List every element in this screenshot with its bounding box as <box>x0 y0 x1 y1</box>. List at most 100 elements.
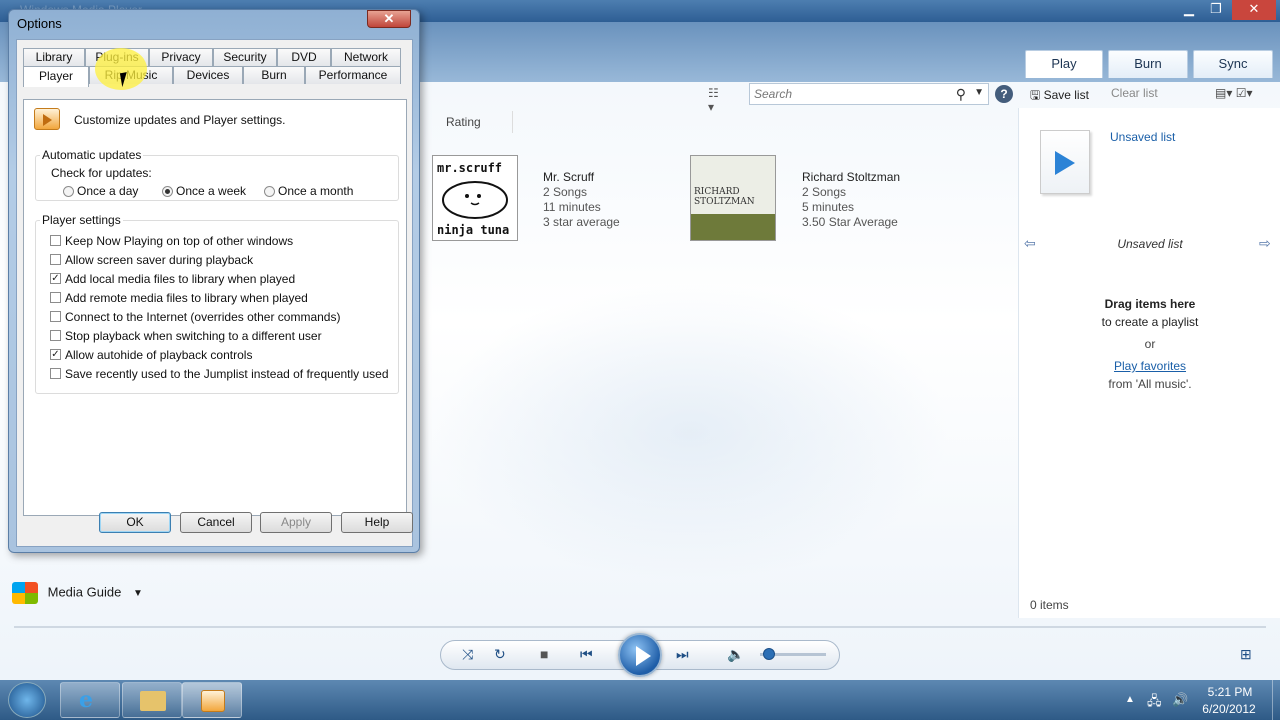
tab-privacy[interactable]: Privacy <box>149 48 213 66</box>
start-button[interactable] <box>8 682 46 718</box>
save-list-button[interactable]: 🖫 Save list <box>1030 86 1089 107</box>
stoltzman-cover: RICHARD STOLTZMAN <box>691 156 775 240</box>
volume-icon[interactable]: 🔈 <box>727 646 744 663</box>
shuffle-icon[interactable]: ⤨ <box>462 646 473 663</box>
ok-button[interactable]: OK <box>99 512 171 533</box>
checkbox-save-recently-used-jumplist[interactable]: Save recently used to the Jumplist inste… <box>50 364 395 383</box>
help-icon[interactable]: ? <box>995 85 1013 103</box>
play-button[interactable] <box>618 633 662 677</box>
tab-library[interactable]: Library <box>23 48 85 66</box>
save-icon: 🖫 <box>1030 88 1041 102</box>
tab-player[interactable]: Player <box>23 66 89 87</box>
radio-once-a-week[interactable]: Once a week <box>162 184 246 198</box>
network-icon[interactable]: 🖧 <box>1147 692 1162 714</box>
radio-label: Once a week <box>176 184 247 198</box>
checkbox-box <box>50 292 61 303</box>
minimize-button[interactable]: ▁ <box>1176 0 1202 20</box>
album-art-mr-scruff[interactable]: mr.scruff ninja tuna <box>432 155 518 241</box>
forward-arrow-icon[interactable]: ⇨ <box>1259 235 1271 252</box>
play-arrow-icon <box>43 114 52 126</box>
column-divider <box>512 111 513 133</box>
svg-text:mr.scruff: mr.scruff <box>437 161 502 175</box>
switch-to-now-playing-icon[interactable]: ⊞ <box>1240 646 1252 663</box>
tab-dvd[interactable]: DVD <box>277 48 331 66</box>
drag-items-subtext: to create a playlist <box>1101 315 1199 329</box>
radio-once-a-day[interactable]: Once a day <box>63 184 138 198</box>
seek-bar[interactable] <box>14 626 1266 628</box>
checkbox-keep-now-playing-on-top[interactable]: Keep Now Playing on top of other windows <box>50 231 395 250</box>
clock-time[interactable]: 5:21 PM <box>1200 685 1260 699</box>
help-button[interactable]: Help <box>341 512 413 533</box>
next-icon[interactable]: ⏭ <box>676 646 689 663</box>
speaker-icon[interactable]: 🔊 <box>1172 692 1188 708</box>
repeat-icon[interactable]: ↻ <box>494 646 506 663</box>
show-hidden-icons[interactable]: ▲ <box>1125 694 1135 705</box>
clear-list-button[interactable]: Clear list <box>1111 86 1158 100</box>
clock-date[interactable]: 6/20/2012 <box>1196 702 1262 716</box>
tab-security[interactable]: Security <box>213 48 277 66</box>
previous-icon[interactable]: ⏮ <box>580 646 593 663</box>
tab-devices[interactable]: Devices <box>173 66 243 84</box>
rating-column-header[interactable]: Rating <box>446 115 481 129</box>
view-options-icon[interactable]: ☷ ▾ <box>708 86 728 114</box>
radio-circle-selected <box>162 186 173 198</box>
radio-label: Once a day <box>77 184 139 198</box>
player-icon <box>34 108 60 130</box>
playlist-icon <box>1040 130 1090 194</box>
cancel-button[interactable]: Cancel <box>180 512 252 533</box>
play-favorites-link[interactable]: Play favorites <box>1090 359 1210 373</box>
tab-burn[interactable]: Burn <box>243 66 305 84</box>
checkbox-box <box>50 254 61 265</box>
tab-play[interactable]: Play <box>1025 50 1103 78</box>
player-settings-title: Player settings <box>40 213 123 227</box>
radio-circle <box>264 186 275 198</box>
player-tab-panel: Customize updates and Player settings. A… <box>23 99 407 516</box>
checkbox-allow-autohide-controls[interactable]: ✓ Allow autohide of playback controls <box>50 345 395 364</box>
checkbox-add-remote-media[interactable]: Add remote media files to library when p… <box>50 288 395 307</box>
apply-button[interactable]: Apply <box>260 512 332 533</box>
internet-explorer-icon[interactable]: e <box>60 682 120 718</box>
unsaved-list-title[interactable]: Unsaved list <box>1110 130 1175 144</box>
album-artist[interactable]: Richard Stoltzman <box>802 170 900 184</box>
tab-burn[interactable]: Burn <box>1108 50 1188 78</box>
checkbox-label: Add local media files to library when pl… <box>65 271 296 286</box>
search-icon[interactable]: ⚲ <box>956 86 966 103</box>
checkbox-label: Add remote media files to library when p… <box>65 290 308 305</box>
or-label: or <box>1144 337 1156 351</box>
media-guide-label: Media Guide <box>47 584 122 600</box>
checkbox-allow-screen-saver[interactable]: Allow screen saver during playback <box>50 250 395 269</box>
list-options-icon[interactable]: ▤▾ ☑▾ <box>1215 86 1252 100</box>
checkbox-add-local-media[interactable]: ✓ Add local media files to library when p… <box>50 269 395 288</box>
options-dialog: Options ✕ Library Plug-ins Privacy Secur… <box>8 9 420 553</box>
radio-circle <box>63 186 74 198</box>
tab-performance[interactable]: Performance <box>305 66 401 84</box>
search-input[interactable]: Search ⚲ ▼ <box>749 83 989 105</box>
maximize-button[interactable]: ❐ <box>1203 0 1229 20</box>
checkbox-stop-playback-switching-user[interactable]: Stop playback when switching to a differ… <box>50 326 395 345</box>
checkbox-connect-to-internet[interactable]: Connect to the Internet (overrides other… <box>50 307 395 326</box>
tab-description: Customize updates and Player settings. <box>74 113 286 127</box>
drag-items-heading: Drag items here <box>1104 297 1196 311</box>
checkbox-box-checked: ✓ <box>50 349 61 360</box>
back-arrow-icon[interactable]: ⇦ <box>1024 235 1036 252</box>
volume-handle[interactable] <box>763 648 775 660</box>
play-icon <box>636 646 651 666</box>
items-count: 0 items <box>1030 598 1069 612</box>
album-artist[interactable]: Mr. Scruff <box>543 170 594 184</box>
checkbox-label: Allow autohide of playback controls <box>65 347 253 362</box>
media-guide-button[interactable]: Media Guide ▼ <box>12 582 143 604</box>
media-player-taskbar-icon[interactable] <box>182 682 242 718</box>
tab-sync[interactable]: Sync <box>1193 50 1273 78</box>
dialog-close-button[interactable]: ✕ <box>367 10 411 28</box>
radio-label: Once a month <box>278 184 354 198</box>
mr-scruff-cover: mr.scruff ninja tuna <box>433 156 517 240</box>
show-desktop-button[interactable] <box>1272 680 1280 720</box>
explorer-folder-icon[interactable] <box>122 682 182 718</box>
stop-icon[interactable]: ■ <box>540 646 548 662</box>
album-art-richard-stoltzman[interactable]: RICHARD STOLTZMAN <box>690 155 776 241</box>
search-dropdown-icon[interactable]: ▼ <box>974 87 984 98</box>
tab-network[interactable]: Network <box>331 48 401 66</box>
radio-once-a-month[interactable]: Once a month <box>264 184 353 198</box>
checkbox-box <box>50 330 61 341</box>
wmp-close-button[interactable]: ✕ <box>1232 0 1276 20</box>
